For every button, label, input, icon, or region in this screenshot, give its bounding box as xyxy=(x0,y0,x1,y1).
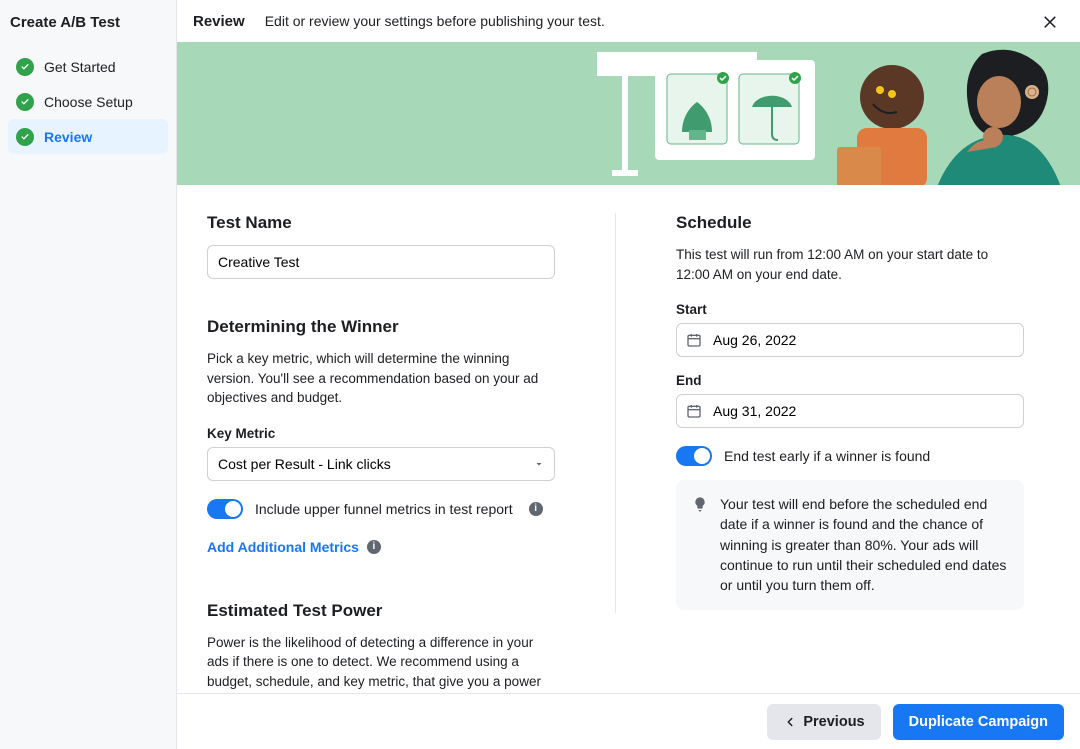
step-get-started[interactable]: Get Started xyxy=(8,49,168,84)
previous-button[interactable]: Previous xyxy=(767,704,880,740)
step-label: Get Started xyxy=(44,59,116,75)
header-title: Review xyxy=(193,13,245,30)
key-metric-label: Key Metric xyxy=(207,426,555,441)
info-icon[interactable]: i xyxy=(367,540,381,554)
right-column: Schedule This test will run from 12:00 A… xyxy=(676,213,1024,693)
close-icon xyxy=(1041,12,1059,30)
main: Review Edit or review your settings befo… xyxy=(177,0,1080,749)
duplicate-label: Duplicate Campaign xyxy=(909,714,1048,730)
content: Test Name Determining the Winner Pick a … xyxy=(177,185,1080,693)
end-early-toggle[interactable] xyxy=(676,446,712,466)
check-icon xyxy=(16,93,34,111)
close-button[interactable] xyxy=(1036,7,1064,35)
footer: Previous Duplicate Campaign xyxy=(177,693,1080,749)
calendar-icon xyxy=(686,332,702,348)
start-date-value[interactable] xyxy=(676,323,1024,357)
schedule-title: Schedule xyxy=(676,213,1024,233)
key-metric-value[interactable] xyxy=(207,447,555,481)
end-date-input[interactable] xyxy=(676,394,1024,428)
schedule-info-box: Your test will end before the scheduled … xyxy=(676,480,1024,609)
upper-funnel-label: Include upper funnel metrics in test rep… xyxy=(255,501,513,517)
key-metric-dropdown[interactable] xyxy=(207,447,555,481)
upper-funnel-toggle-row: Include upper funnel metrics in test rep… xyxy=(207,499,555,519)
end-early-label: End test early if a winner is found xyxy=(724,448,930,464)
test-name-input[interactable] xyxy=(207,245,555,279)
lightbulb-icon xyxy=(692,496,708,512)
test-name-title: Test Name xyxy=(207,213,555,233)
determine-desc: Pick a key metric, which will determine … xyxy=(207,349,555,408)
check-icon xyxy=(16,58,34,76)
end-early-toggle-row: End test early if a winner is found xyxy=(676,446,1024,466)
schedule-desc: This test will run from 12:00 AM on your… xyxy=(676,245,1024,284)
sidebar: Create A/B Test Get Started Choose Setup… xyxy=(0,0,177,749)
hero-illustration xyxy=(177,42,1080,185)
start-label: Start xyxy=(676,302,1024,317)
calendar-icon xyxy=(686,403,702,419)
step-label: Choose Setup xyxy=(44,94,133,110)
sidebar-title: Create A/B Test xyxy=(10,14,168,31)
start-date-input[interactable] xyxy=(676,323,1024,357)
chevron-down-icon xyxy=(533,458,545,470)
step-review[interactable]: Review xyxy=(8,119,168,154)
power-desc: Power is the likelihood of detecting a d… xyxy=(207,633,555,693)
header: Review Edit or review your settings befo… xyxy=(177,0,1080,42)
power-title: Estimated Test Power xyxy=(207,601,555,621)
add-metrics-link[interactable]: Add Additional Metrics i xyxy=(207,539,381,555)
end-label: End xyxy=(676,373,1024,388)
left-column: Test Name Determining the Winner Pick a … xyxy=(207,213,555,693)
end-date-value[interactable] xyxy=(676,394,1024,428)
column-divider xyxy=(615,213,616,613)
previous-label: Previous xyxy=(803,714,864,730)
step-label: Review xyxy=(44,129,92,145)
header-subtitle: Edit or review your settings before publ… xyxy=(265,13,605,29)
info-icon[interactable]: i xyxy=(529,502,543,516)
chevron-left-icon xyxy=(783,715,797,729)
check-icon xyxy=(16,128,34,146)
determine-title: Determining the Winner xyxy=(207,317,555,337)
upper-funnel-toggle[interactable] xyxy=(207,499,243,519)
duplicate-campaign-button[interactable]: Duplicate Campaign xyxy=(893,704,1064,740)
step-choose-setup[interactable]: Choose Setup xyxy=(8,84,168,119)
schedule-info-text: Your test will end before the scheduled … xyxy=(720,494,1008,595)
